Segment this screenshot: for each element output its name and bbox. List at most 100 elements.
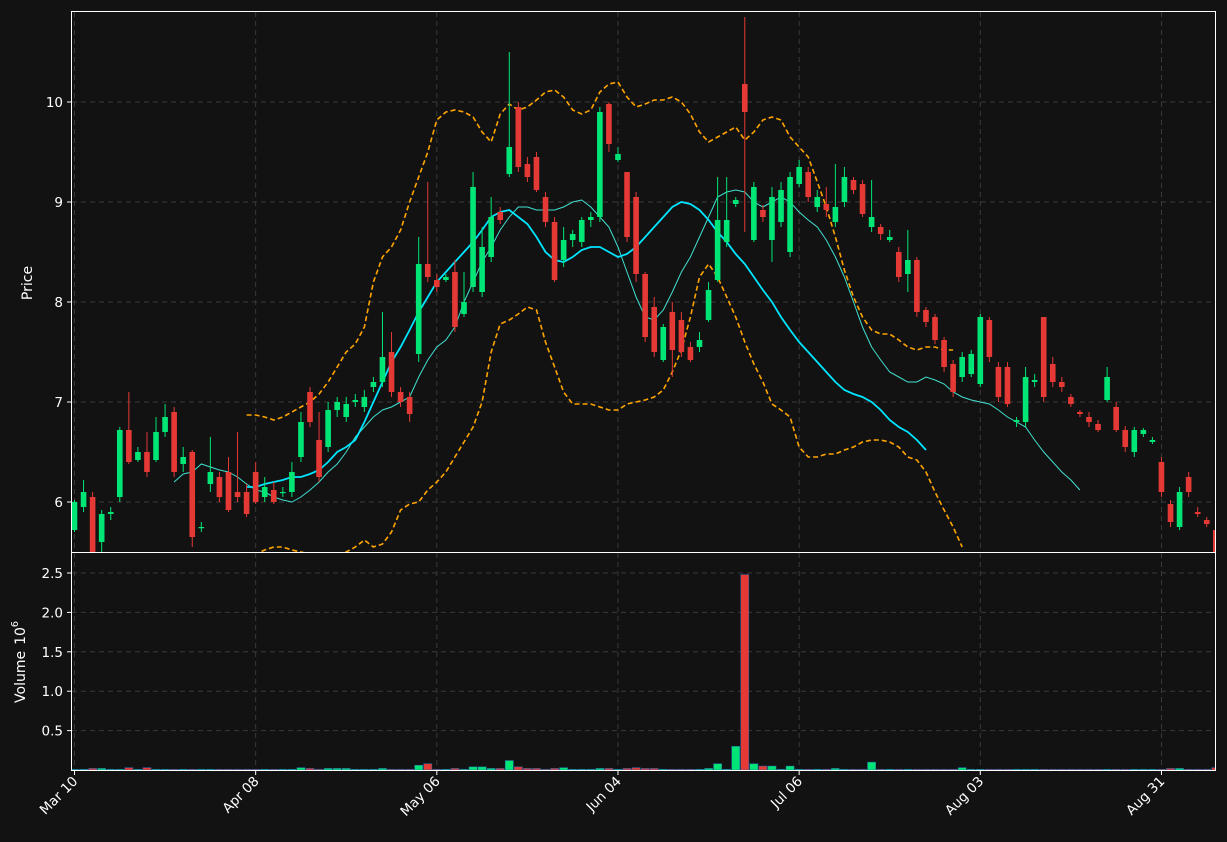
price-axis-title: Price	[20, 266, 36, 300]
candle-body	[1203, 520, 1210, 524]
candle-body	[1022, 377, 1029, 422]
candle-body	[343, 404, 350, 417]
volume-bar	[550, 768, 559, 770]
volume-bar	[387, 768, 396, 770]
volume-bar	[776, 768, 786, 770]
volume-bar	[812, 768, 822, 770]
candle-body	[1040, 317, 1047, 397]
candle-body	[723, 220, 730, 242]
volume-bar	[206, 768, 215, 770]
candle-body	[751, 187, 757, 240]
candle-body	[153, 432, 159, 460]
volume-bar	[323, 768, 333, 770]
volume-bar	[831, 768, 840, 770]
candle-body	[1149, 440, 1156, 442]
volume-bar	[649, 768, 659, 770]
volume-bar	[423, 763, 433, 770]
candle-body	[72, 502, 78, 530]
volume-bar	[858, 768, 867, 770]
volume-bar	[504, 760, 514, 770]
price-tick-label: 10	[46, 95, 63, 111]
candle-body	[171, 412, 177, 472]
volume-bar	[1193, 768, 1203, 770]
volume-bar	[242, 768, 251, 770]
candle-body	[80, 492, 87, 507]
candle-body	[578, 220, 585, 242]
volume-bar	[1066, 768, 1076, 770]
candle-body	[334, 402, 340, 410]
volume-bar	[948, 768, 958, 770]
candle-body	[1004, 367, 1011, 404]
volume-bar	[514, 766, 523, 770]
candle-body	[325, 410, 331, 447]
stock-chart: 6789100.51.01.52.02.5Mar 10 Apr 08 May 06 J…	[0, 0, 1227, 842]
volume-bar	[314, 768, 324, 770]
candle-body	[1095, 424, 1101, 430]
candle-body	[424, 264, 431, 277]
candle-body	[89, 497, 96, 552]
volume-bar	[867, 761, 876, 770]
candle-body	[841, 177, 848, 202]
volume-bar	[532, 768, 541, 770]
volume-bar	[477, 766, 487, 770]
candle-body	[1013, 420, 1020, 422]
candle-body	[560, 240, 567, 260]
candle-body	[452, 272, 458, 327]
volume-bar	[957, 767, 967, 770]
candle-body	[1122, 430, 1129, 447]
candle-body	[542, 197, 549, 222]
candle-body	[968, 354, 975, 374]
candle-body	[298, 422, 304, 457]
candle-body	[959, 357, 965, 377]
volume-bar	[79, 768, 88, 770]
candle-body	[497, 212, 504, 220]
candle-body	[524, 164, 531, 177]
candle-body	[1077, 412, 1083, 414]
volume-bar	[930, 768, 940, 770]
volume-bar	[821, 768, 831, 770]
volume-bar	[1120, 768, 1130, 770]
volume-bar	[794, 768, 804, 770]
volume-bar	[568, 768, 578, 770]
volume-bar	[88, 768, 97, 770]
price-tick-label: 9	[54, 195, 63, 211]
candle-body	[769, 197, 775, 240]
volume-bar	[124, 767, 134, 770]
volume-bar	[169, 768, 179, 770]
volume-bar	[178, 768, 188, 770]
volume-bar	[269, 768, 279, 770]
volume-bar	[975, 768, 985, 770]
volume-axis-title: Volume 106	[10, 621, 29, 703]
candle-body	[316, 440, 322, 477]
candle-body	[370, 382, 377, 387]
volume-bar	[849, 768, 858, 770]
candle-body	[144, 452, 150, 472]
candle-body	[406, 397, 413, 414]
candle-body	[832, 207, 839, 222]
candle-body	[1031, 380, 1038, 382]
volume-axis-scale-base: 10	[13, 627, 29, 645]
candle-body	[850, 180, 857, 190]
candle-body	[642, 274, 648, 337]
price-tick-label: 8	[54, 295, 63, 311]
candle-body	[823, 204, 830, 210]
volume-bar	[885, 768, 895, 770]
candle-body	[687, 347, 694, 360]
volume-bar	[894, 768, 904, 770]
candle-body	[116, 430, 123, 497]
volume-bar	[559, 767, 568, 770]
candle-body	[741, 84, 748, 112]
volume-axis-scale-exponent: 6	[10, 621, 21, 627]
candle-body	[126, 430, 132, 462]
volume-bar	[369, 768, 378, 770]
candle-body	[1140, 430, 1147, 434]
volume-bar	[1102, 768, 1112, 770]
volume-bar	[840, 768, 849, 770]
candle-body	[280, 492, 286, 494]
candle-body	[669, 312, 676, 350]
candle-body	[98, 514, 105, 542]
candle-body	[352, 400, 359, 402]
candle-body	[289, 472, 295, 492]
candle-body	[696, 340, 703, 347]
volume-bar	[677, 768, 686, 770]
